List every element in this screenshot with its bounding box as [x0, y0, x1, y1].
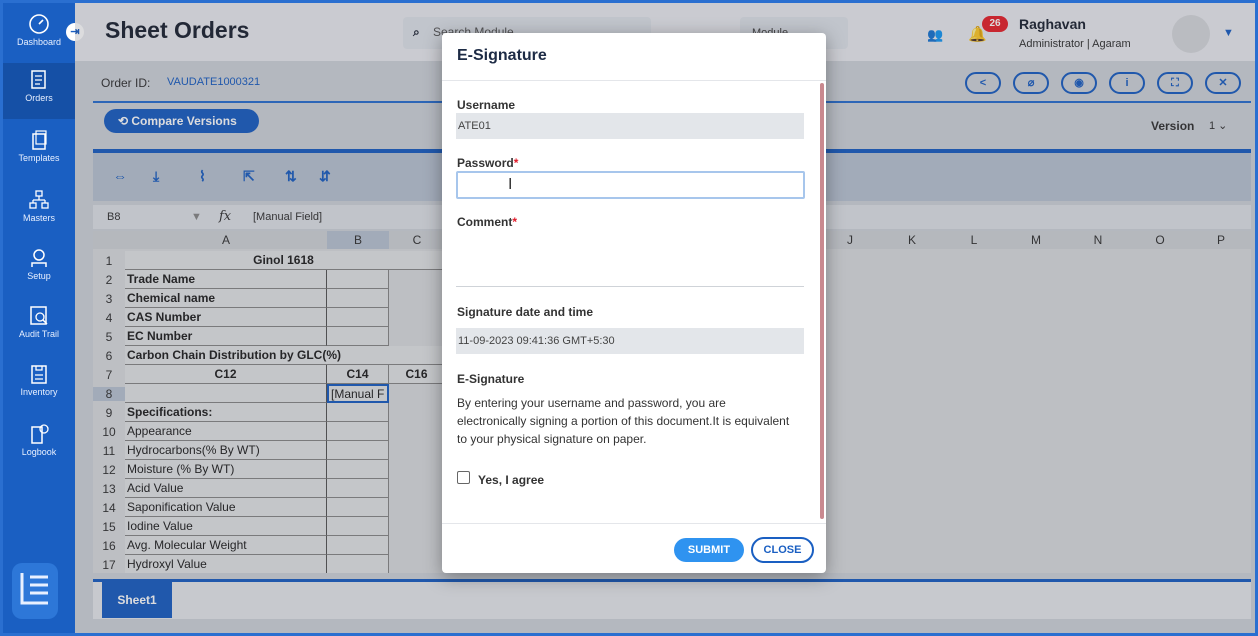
text-cursor-icon: I — [508, 176, 513, 193]
esignature-heading: E-Signature — [457, 372, 525, 386]
sidebar-label: Audit Trail — [18, 329, 60, 339]
dialog-title: E-Signature — [457, 47, 547, 64]
agree-checkbox[interactable] — [457, 471, 470, 484]
sidebar-label: Setup — [27, 271, 51, 281]
comment-label-text: Comment — [457, 215, 513, 229]
sidebar-label: Logbook — [21, 447, 57, 457]
username-field: ATE01 — [456, 113, 804, 139]
logbook-icon — [31, 424, 49, 444]
logo-icon — [20, 573, 48, 605]
sidebar-label: Templates — [18, 153, 60, 163]
submit-button[interactable]: SUBMIT — [674, 538, 744, 562]
comment-label: Comment* — [457, 215, 517, 229]
password-label: Password* — [457, 156, 518, 170]
sidebar-item-dashboard[interactable]: Dashboard — [3, 13, 75, 47]
sidebar-item-orders[interactable]: Orders — [3, 63, 75, 119]
comment-field[interactable] — [456, 243, 804, 287]
sidebar-label: Masters — [22, 213, 55, 223]
dialog-header: E-Signature — [442, 33, 826, 81]
esignature-disclaimer: By entering your username and password, … — [457, 396, 790, 446]
app-logo — [12, 563, 58, 619]
close-button[interactable]: CLOSE — [751, 537, 814, 563]
e-signature-dialog: E-Signature Username ATE01 Password* I C… — [442, 33, 826, 573]
sidebar-item-logbook[interactable]: Logbook — [3, 423, 75, 457]
username-label: Username — [457, 98, 516, 112]
sidebar-item-audit-trail[interactable]: Audit Trail — [3, 305, 75, 339]
password-label-text: Password — [457, 156, 514, 170]
orders-icon — [31, 70, 46, 89]
sidebar-label: Dashboard — [16, 37, 62, 47]
required-mark: * — [513, 156, 519, 170]
audit-icon — [30, 306, 48, 325]
sidebar-item-setup[interactable]: Setup — [3, 247, 75, 281]
masters-icon — [29, 190, 49, 209]
app-frame: Dashboard Orders Templates Masters Setup… — [0, 0, 1258, 636]
required-mark: * — [512, 215, 518, 229]
sidebar-item-inventory[interactable]: Inventory — [3, 363, 75, 397]
agree-label[interactable]: Yes, I agree — [478, 473, 544, 487]
signature-date-label: Signature date and time — [457, 305, 594, 319]
inventory-icon — [31, 365, 47, 384]
templates-icon — [32, 130, 47, 150]
dashboard-icon — [29, 14, 49, 34]
sidebar-item-templates[interactable]: Templates — [3, 129, 75, 163]
scrollbar[interactable] — [820, 83, 824, 519]
sidebar-item-masters[interactable]: Masters — [3, 189, 75, 223]
sidebar-label: Inventory — [20, 387, 58, 397]
signature-date-field: 11-09-2023 09:41:36 GMT+5:30 — [456, 328, 804, 354]
sidebar: Dashboard Orders Templates Masters Setup… — [3, 3, 75, 633]
dialog-footer: SUBMIT CLOSE — [442, 523, 826, 573]
setup-icon — [31, 249, 47, 267]
sidebar-label: Orders — [25, 93, 53, 103]
